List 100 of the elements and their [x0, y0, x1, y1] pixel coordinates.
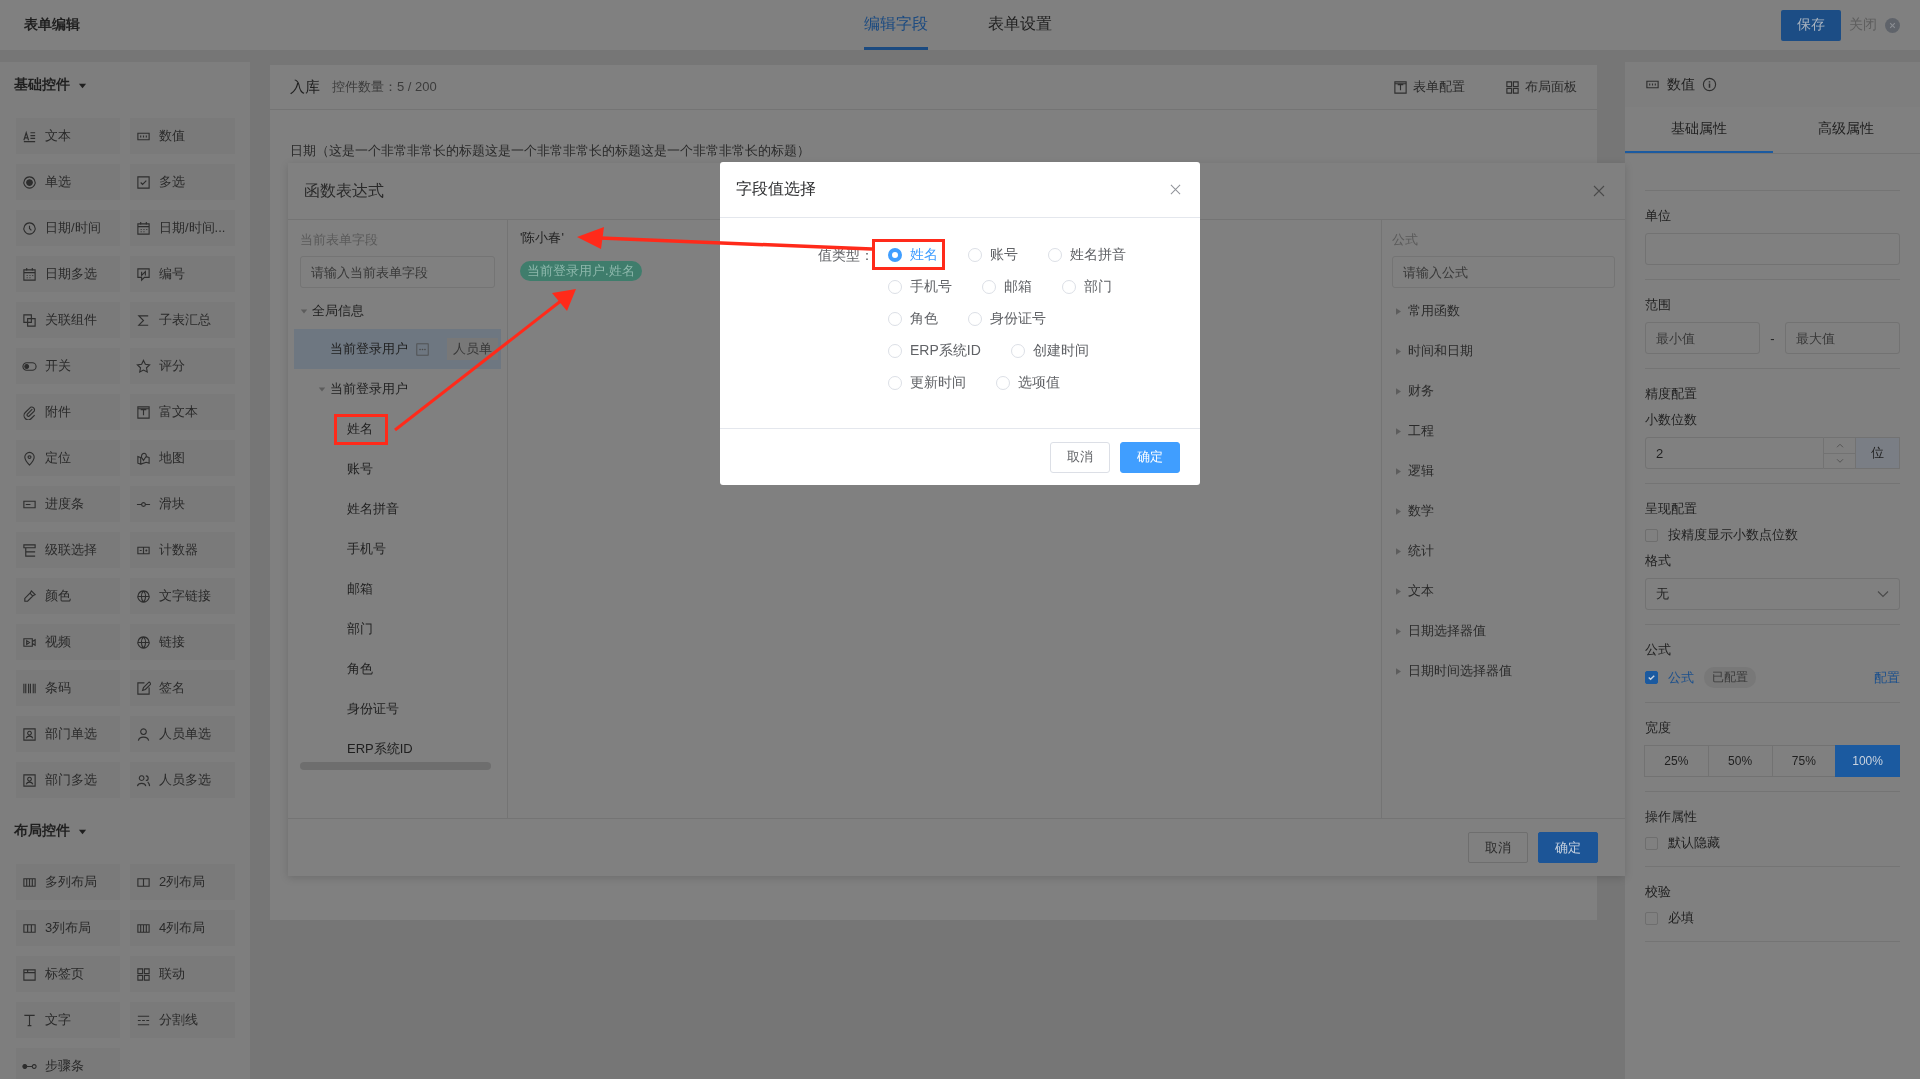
control-tile[interactable]: 进度条: [16, 486, 120, 522]
format-select[interactable]: 无: [1645, 578, 1900, 610]
search-field[interactable]: 请输入公式: [1392, 256, 1615, 288]
control-tile[interactable]: 子表汇总: [130, 302, 235, 338]
control-tile[interactable]: 文字: [16, 1002, 120, 1038]
close-icon[interactable]: [1170, 184, 1181, 195]
function-category[interactable]: 日期时间选择器值: [1386, 651, 1621, 691]
search-field[interactable]: 请输入当前表单字段: [300, 256, 495, 288]
close-icon[interactable]: [1593, 185, 1605, 197]
radio-option[interactable]: 更新时间: [874, 369, 972, 397]
control-tile[interactable]: 编号: [130, 256, 235, 292]
tree-item[interactable]: ERP系统ID: [334, 734, 426, 762]
function-category[interactable]: 文本: [1386, 571, 1621, 611]
radio-option[interactable]: 角色: [874, 305, 944, 333]
control-tile[interactable]: 签名: [130, 670, 235, 706]
control-tile[interactable]: 多列布局: [16, 864, 120, 900]
header-action[interactable]: 布局面板: [1505, 78, 1577, 96]
tree-item[interactable]: 部门: [334, 614, 386, 644]
tree-item[interactable]: 全局信息: [312, 302, 364, 320]
width-option[interactable]: 100%: [1835, 745, 1900, 777]
function-category[interactable]: 逻辑: [1386, 451, 1621, 491]
control-tile[interactable]: 级联选择: [16, 532, 120, 568]
function-category[interactable]: 时间和日期: [1386, 331, 1621, 371]
radio-option[interactable]: 邮箱: [968, 273, 1038, 301]
checkbox[interactable]: [1645, 671, 1658, 684]
control-tile[interactable]: 3列布局: [16, 910, 120, 946]
control-tile[interactable]: 富文本: [130, 394, 235, 430]
function-category[interactable]: 统计: [1386, 531, 1621, 571]
radio-option[interactable]: 姓名: [874, 241, 944, 269]
width-option[interactable]: 25%: [1644, 745, 1709, 777]
control-tile[interactable]: 定位: [16, 440, 120, 476]
radio-option[interactable]: 身份证号: [954, 305, 1052, 333]
control-tile[interactable]: 关联组件: [16, 302, 120, 338]
tree-item[interactable]: 姓名: [334, 414, 386, 444]
control-tile[interactable]: 人员单选: [130, 716, 235, 752]
radio-option[interactable]: 姓名拼音: [1034, 241, 1132, 269]
control-tile[interactable]: 地图: [130, 440, 235, 476]
control-tile[interactable]: 文本: [16, 118, 120, 154]
tree-item[interactable]: 账号: [334, 454, 386, 484]
function-category[interactable]: 数学: [1386, 491, 1621, 531]
cancel-button[interactable]: 取消: [1050, 441, 1110, 473]
control-tile[interactable]: 计数器: [130, 532, 235, 568]
more-icon[interactable]: [416, 342, 429, 356]
control-tile[interactable]: 联动: [130, 956, 235, 992]
control-tile[interactable]: 标签页: [16, 956, 120, 992]
tree-item[interactable]: 姓名拼音: [334, 494, 412, 524]
control-tile[interactable]: 2列布局: [130, 864, 235, 900]
radio-option[interactable]: 账号: [954, 241, 1024, 269]
confirm-button[interactable]: 确定: [1538, 832, 1598, 863]
control-tile[interactable]: 日期/时间...: [130, 210, 235, 246]
radio-option[interactable]: 选项值: [982, 369, 1066, 397]
tree-item[interactable]: 当前登录用户 人员单: [294, 329, 501, 369]
control-tile[interactable]: 评分: [130, 348, 235, 384]
panel-tab[interactable]: 基础属性: [1625, 107, 1773, 153]
function-category[interactable]: 工程: [1386, 411, 1621, 451]
close-icon[interactable]: [1885, 17, 1900, 33]
tree-item[interactable]: 手机号: [334, 534, 399, 564]
min-field[interactable]: 最小值: [1645, 322, 1761, 354]
max-field[interactable]: 最大值: [1784, 322, 1900, 354]
confirm-button[interactable]: 确定: [1120, 441, 1180, 473]
function-category[interactable]: 财务: [1386, 371, 1621, 411]
tree-item[interactable]: 角色: [334, 654, 386, 684]
control-tile[interactable]: 链接: [130, 624, 235, 660]
control-tile[interactable]: 多选: [130, 164, 235, 200]
configure-link[interactable]: 配置: [1874, 668, 1900, 687]
control-tile[interactable]: 部门多选: [16, 762, 120, 798]
control-tile[interactable]: 文字链接: [130, 578, 235, 614]
radio-option[interactable]: 创建时间: [996, 337, 1095, 365]
control-tile[interactable]: 开关: [16, 348, 120, 384]
top-tab[interactable]: 编辑字段: [864, 0, 928, 50]
control-tile[interactable]: 分割线: [130, 1002, 235, 1038]
panel-tab[interactable]: 高级属性: [1772, 107, 1920, 153]
control-tile[interactable]: 滑块: [130, 486, 235, 522]
header-action[interactable]: 表单配置: [1393, 78, 1465, 96]
control-tile[interactable]: 数值: [130, 118, 235, 154]
function-category[interactable]: 常用函数: [1386, 291, 1621, 331]
info-icon[interactable]: [1702, 77, 1717, 92]
save-button[interactable]: 保存: [1781, 9, 1841, 41]
decimal-places-field[interactable]: 2: [1645, 437, 1824, 469]
radio-option[interactable]: ERP系统ID: [874, 337, 987, 365]
tree-item[interactable]: 当前登录用户: [294, 369, 501, 409]
control-tile[interactable]: 部门单选: [16, 716, 120, 752]
radio-option[interactable]: 手机号: [874, 273, 958, 301]
control-tile[interactable]: 视频: [16, 624, 120, 660]
tree-item[interactable]: 邮箱: [334, 574, 386, 604]
control-tile[interactable]: 日期/时间: [16, 210, 120, 246]
radio-button[interactable]: [888, 248, 902, 262]
control-tile[interactable]: 步骤条: [16, 1048, 120, 1079]
control-tile[interactable]: 人员多选: [130, 762, 235, 798]
top-tab[interactable]: 表单设置: [988, 0, 1052, 50]
tree-item[interactable]: 身份证号: [334, 694, 412, 724]
control-tile[interactable]: 条码: [16, 670, 120, 706]
control-tile[interactable]: 附件: [16, 394, 120, 430]
control-tile[interactable]: 单选: [16, 164, 120, 200]
function-category[interactable]: 日期选择器值: [1386, 611, 1621, 651]
control-tile[interactable]: 日期多选: [16, 256, 120, 292]
radio-option[interactable]: 部门: [1048, 273, 1118, 301]
control-tile[interactable]: 4列布局: [130, 910, 235, 946]
control-tile[interactable]: 颜色: [16, 578, 120, 614]
cancel-button[interactable]: 取消: [1468, 832, 1528, 863]
